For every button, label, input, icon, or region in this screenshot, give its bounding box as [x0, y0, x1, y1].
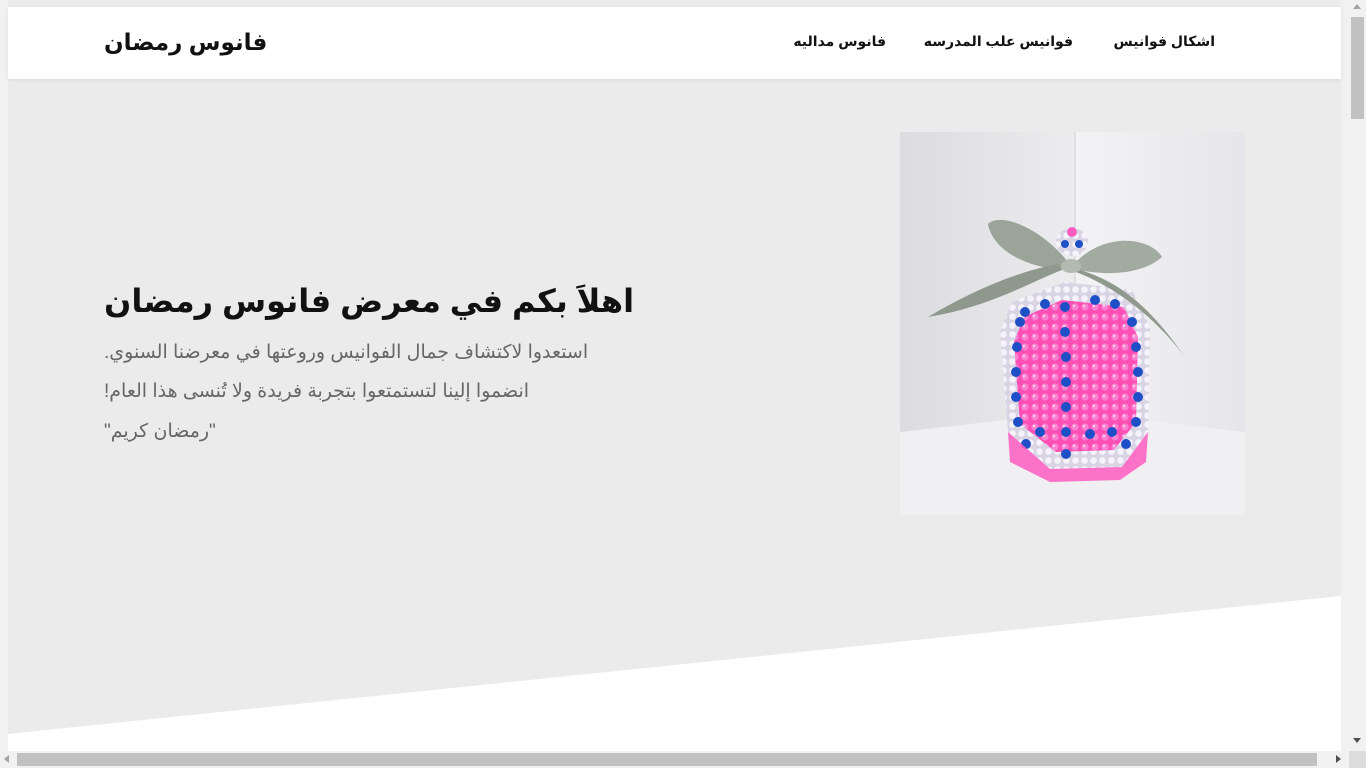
- scrollbar-corner: [1349, 751, 1366, 768]
- nav-link-school-box-lanterns[interactable]: فوانيس علب المدرسه: [924, 33, 1073, 50]
- hero-title: اهلاَ بكم في معرض فانوس رمضان: [104, 283, 635, 319]
- scroll-left-arrow-icon[interactable]: [4, 755, 9, 763]
- vertical-scrollbar[interactable]: [1349, 0, 1366, 751]
- vertical-scrollbar-thumb[interactable]: [1351, 17, 1364, 119]
- beaded-lantern-photo: [900, 132, 1245, 515]
- nav-link-pendant-lantern[interactable]: فانوس مداليه: [793, 33, 886, 50]
- scroll-right-arrow-icon[interactable]: [1336, 755, 1341, 763]
- hero-text-line-2: انضموا إلينا لتستمتعوا بتجربة فريدة ولا …: [104, 381, 530, 402]
- hero-text-line-3: "رمضان كريم": [104, 421, 216, 442]
- horizontal-scrollbar-thumb[interactable]: [17, 753, 1317, 766]
- top-navbar: فانوس رمضان اشكال فوانيس فوانيس علب المد…: [8, 7, 1341, 79]
- hero-text-line-1: استعدوا لاكتشاف جمال الفوانيس وروعتها في…: [104, 342, 589, 363]
- horizontal-scrollbar[interactable]: [0, 751, 1349, 768]
- nav-link-lantern-shapes[interactable]: اشكال فوانيس: [1113, 33, 1215, 50]
- brand-logo-text[interactable]: فانوس رمضان: [104, 29, 267, 56]
- scroll-down-arrow-icon[interactable]: [1353, 738, 1361, 743]
- scroll-up-arrow-icon[interactable]: [1353, 4, 1361, 9]
